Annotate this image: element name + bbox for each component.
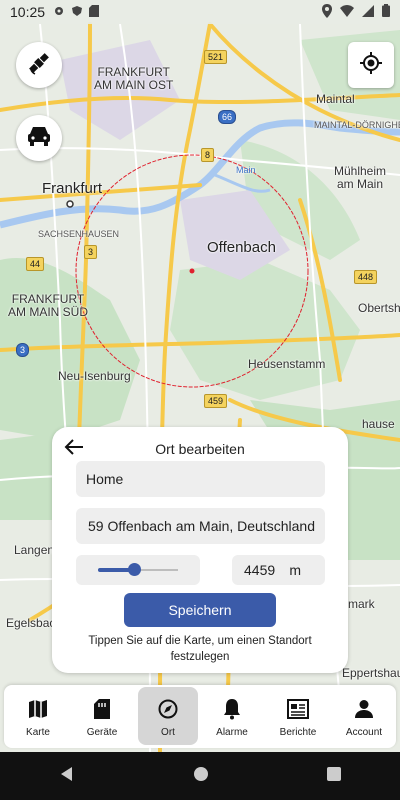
battery-icon	[382, 4, 390, 20]
my-location-button[interactable]	[348, 42, 394, 88]
city-marker	[66, 200, 74, 208]
map-label-obertsh: Obertsh	[358, 301, 400, 315]
bottom-nav: Karte Geräte Ort Alarme Berichte Account	[4, 685, 396, 748]
satellite-toggle-button[interactable]	[16, 42, 62, 88]
status-bar: 10:25	[0, 0, 400, 24]
my-location-icon	[359, 51, 383, 80]
system-recents-button[interactable]	[327, 766, 341, 786]
road-shield: 44	[26, 257, 45, 271]
map-label-frankfurt: Frankfurt	[42, 180, 103, 197]
panel-title: Ort bearbeiten	[155, 441, 245, 457]
edit-place-panel: Ort bearbeiten Home 59 Offenbach am Main…	[52, 427, 348, 673]
road-shield: 3	[84, 245, 98, 259]
car-icon	[26, 125, 52, 152]
nav-item-berichte[interactable]: Berichte	[268, 687, 328, 745]
save-button[interactable]: Speichern	[124, 593, 276, 627]
radius-unit: m	[289, 562, 301, 578]
system-home-button[interactable]	[193, 766, 209, 787]
map-label-mark: mark	[348, 597, 375, 611]
nav-label: Alarme	[216, 727, 248, 738]
map-label-maintal: Maintal	[316, 92, 355, 106]
status-time: 10:25	[10, 4, 46, 20]
sd-card-icon	[89, 4, 100, 20]
nav-label: Karte	[26, 727, 50, 738]
nav-item-alarme[interactable]: Alarme	[202, 687, 262, 745]
map-label-offenbach: Offenbach	[207, 239, 276, 256]
slider-thumb[interactable]	[127, 563, 141, 576]
map-label-frankfurt-ost: FRANKFURT AM MAIN OST	[94, 65, 174, 92]
report-icon	[287, 697, 309, 721]
person-icon	[354, 697, 374, 721]
system-back-button[interactable]	[59, 766, 75, 787]
map-label-main-river: Main	[236, 165, 256, 175]
system-nav-bar	[0, 752, 400, 800]
map-label-maintal-doernigheim: MAINTAL-DÖRNIGHE	[314, 120, 400, 130]
road-shield: 3	[16, 343, 30, 357]
nav-label: Account	[345, 727, 383, 738]
settings-icon	[53, 4, 65, 20]
car-mode-button[interactable]	[16, 115, 62, 161]
map-label-frankfurt-sued: FRANKFURT AM MAIN SÜD	[8, 292, 89, 319]
radius-input[interactable]: 4459 m	[232, 555, 325, 585]
radius-slider[interactable]	[76, 555, 200, 585]
shield-status-icon	[71, 4, 83, 20]
location-status-icon	[322, 3, 332, 21]
bell-icon	[223, 697, 241, 721]
map-label-hausen: hause	[362, 417, 395, 431]
map-label-langen: Langen	[14, 543, 55, 557]
nav-item-karte[interactable]: Karte	[8, 687, 68, 745]
map-label-sachsenhausen: SACHSENHAUSEN	[38, 229, 120, 239]
radius-value: 4459	[244, 562, 276, 578]
signal-icon	[362, 4, 374, 20]
map-tap-hint: Tippen Sie auf die Karte, um einen Stand…	[88, 635, 312, 663]
road-shield: 521	[204, 50, 228, 64]
nav-item-geraete[interactable]: Geräte	[72, 687, 132, 745]
nav-label: Berichte	[279, 727, 317, 738]
nav-label: Geräte	[86, 727, 118, 738]
map-icon	[28, 697, 48, 721]
road-shield: 66	[218, 110, 237, 124]
compass-icon	[158, 697, 178, 721]
nav-label: Ort	[161, 727, 175, 738]
map-label-heusenstamm: Heusenstamm	[248, 357, 326, 371]
road-shield: 8	[201, 148, 215, 162]
place-name-input[interactable]: Home	[76, 461, 325, 497]
map-label-neu-isenburg: Neu-Isenburg	[58, 369, 131, 383]
map-label-eppertshausen: Eppertshause	[342, 666, 400, 680]
devices-icon	[94, 697, 110, 721]
nav-item-ort[interactable]: Ort	[138, 687, 198, 745]
road-shield: 459	[204, 394, 228, 408]
map-label-egelsbach: Egelsbac	[6, 616, 56, 630]
address-input[interactable]: 59 Offenbach am Main, Deutschland	[76, 508, 325, 544]
satellite-icon	[26, 50, 52, 81]
address-value: 59 Offenbach am Main, Deutschland	[88, 518, 315, 534]
map-label-muehlheim: Mühlheim am Main	[334, 164, 387, 191]
road-shield: 448	[354, 270, 378, 284]
selected-location-marker	[189, 268, 195, 274]
wifi-icon	[340, 4, 354, 20]
nav-item-account[interactable]: Account	[334, 687, 394, 745]
